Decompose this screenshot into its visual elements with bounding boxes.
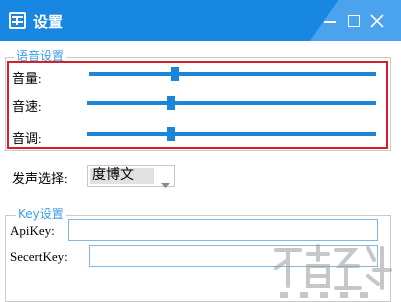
- api-key-label: ApiKey:: [10, 223, 55, 238]
- speed-slider-track: [87, 101, 376, 105]
- chevron-down-icon[interactable]: [161, 174, 170, 193]
- maximize-icon[interactable]: [346, 13, 362, 29]
- window-title: 设置: [33, 13, 64, 31]
- api-key-input[interactable]: [68, 219, 378, 241]
- close-icon[interactable]: [369, 13, 385, 29]
- volume-slider-thumb[interactable]: [171, 67, 180, 81]
- speaker-select-value: 度博文: [90, 168, 154, 184]
- speed-slider[interactable]: [87, 96, 376, 110]
- pitch-label: 音调:: [12, 131, 42, 146]
- minimize-icon[interactable]: [322, 13, 338, 29]
- volume-slider-track: [89, 72, 376, 76]
- secret-key-label: SecertKey:: [10, 249, 68, 264]
- pitch-slider-thumb[interactable]: [166, 127, 175, 141]
- pitch-slider-track: [87, 132, 376, 136]
- volume-label: 音量:: [12, 71, 42, 86]
- speaker-label: 发声选择:: [12, 171, 68, 186]
- app-icon: [9, 12, 26, 29]
- pitch-slider[interactable]: [87, 127, 376, 141]
- speed-label: 音速:: [12, 99, 42, 114]
- key-settings-label: Key设置: [16, 207, 66, 221]
- title-bar[interactable]: 设置: [0, 0, 401, 41]
- speed-slider-thumb[interactable]: [166, 96, 175, 110]
- watermark-logo: [270, 240, 395, 300]
- speaker-select[interactable]: 度博文: [87, 165, 175, 188]
- volume-slider[interactable]: [89, 67, 376, 81]
